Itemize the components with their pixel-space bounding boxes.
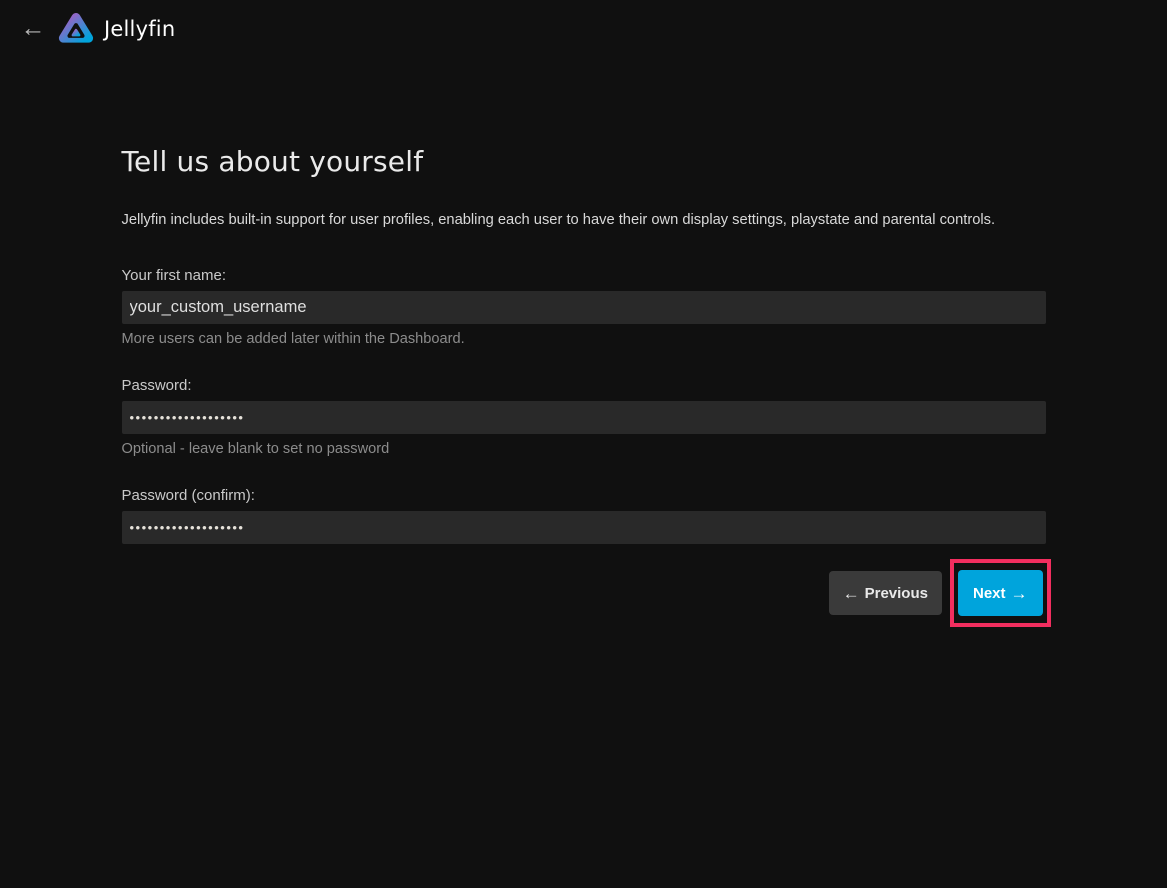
next-button-label: Next [973,585,1006,602]
password-confirm-field-group: Password (confirm): [122,487,1046,544]
jellyfin-logo-icon [57,10,95,48]
password-confirm-input[interactable] [122,511,1046,544]
setup-wizard-page: Tell us about yourself Jellyfin includes… [122,57,1046,627]
username-label: Your first name: [122,267,1046,285]
arrow-right-icon: → [1011,585,1028,602]
jellyfin-logo: Jellyfin [57,10,175,48]
next-button[interactable]: Next → [958,570,1043,616]
password-label: Password: [122,377,1046,395]
page-description: Jellyfin includes built-in support for u… [122,211,1046,230]
back-arrow-icon: ← [21,16,46,41]
wizard-navigation-buttons: ← Previous Next → [122,559,1046,627]
password-field-group: Password: Optional - leave blank to set … [122,377,1046,458]
arrow-left-icon: ← [843,585,860,602]
annotation-highlight-rectangle: Next → [950,559,1051,627]
username-field-group: Your first name: More users can be added… [122,267,1046,348]
app-title: Jellyfin [104,17,175,41]
back-button[interactable]: ← [13,9,53,49]
page-title: Tell us about yourself [122,143,1046,181]
password-helper-text: Optional - leave blank to set no passwor… [122,440,1046,458]
username-helper-text: More users can be added later within the… [122,330,1046,348]
previous-button-label: Previous [865,585,928,602]
username-input[interactable] [122,291,1046,324]
password-input[interactable] [122,401,1046,434]
password-confirm-label: Password (confirm): [122,487,1046,505]
app-header: ← Jellyfin [0,0,1167,57]
previous-button[interactable]: ← Previous [829,571,942,615]
